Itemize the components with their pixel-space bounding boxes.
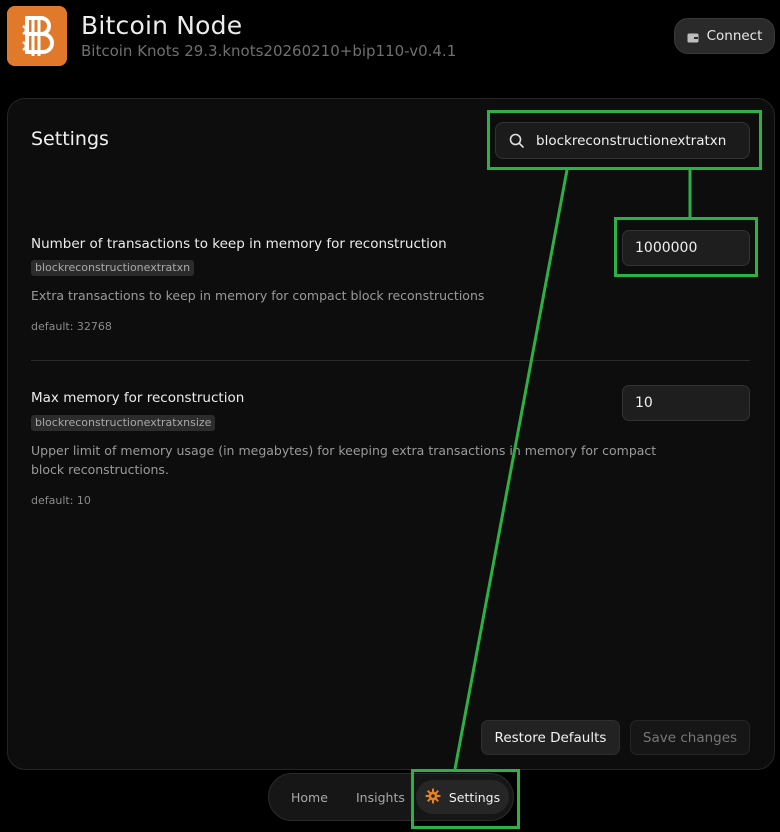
annotation-connectors: [453, 169, 692, 770]
